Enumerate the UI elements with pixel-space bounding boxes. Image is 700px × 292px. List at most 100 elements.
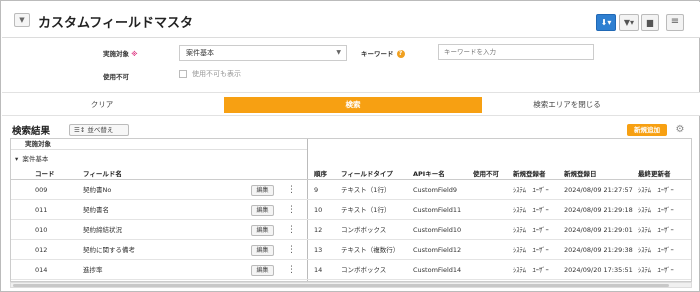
cell-field-name: 進捗率 <box>83 266 103 274</box>
search-button[interactable]: 検索 <box>224 97 482 113</box>
download-button[interactable]: ⬇▾ <box>596 14 616 31</box>
cell-field-type: テキスト（1行） <box>341 206 391 214</box>
cell-updated-by: ｼｽﾃﾑ ﾕｰｻﾞｰ <box>638 206 674 214</box>
action-bar: クリア 検索 検索エリアを閉じる <box>2 92 700 116</box>
help-icon[interactable]: ? <box>396 50 405 58</box>
clear-button[interactable]: クリア <box>62 97 142 113</box>
column-header-code[interactable]: コード <box>35 168 55 180</box>
keyword-input[interactable] <box>438 44 594 60</box>
close-search-area-button[interactable]: 検索エリアを閉じる <box>517 97 617 113</box>
cell-field-type: コンボボックス <box>341 226 387 234</box>
cell-updated-by: ｼｽﾃﾑ ﾕｰｻﾞｰ <box>638 246 674 254</box>
cell-created-at: 2024/08/09 21:29:18 <box>564 206 633 214</box>
more-menu-icon[interactable]: ⋮ <box>287 181 296 200</box>
folder-icon: ▆ <box>646 18 654 27</box>
table-row[interactable]: 012 契約に関する備考 編集 ⋮ 13 テキスト（複数行） CustomFie… <box>11 241 691 260</box>
sort-button[interactable]: ☰↕ 並べ替え <box>69 124 129 136</box>
column-header-field-type[interactable]: フィールドタイプ <box>341 168 393 180</box>
chevron-down-icon: ▾ <box>15 155 19 163</box>
table-row[interactable]: 011 契約書名 編集 ⋮ 10 テキスト（1行） CustomField11 … <box>11 201 691 220</box>
cell-order: 14 <box>314 266 323 274</box>
table-row[interactable]: 010 契約締結状況 編集 ⋮ 12 コンボボックス CustomField10… <box>11 221 691 240</box>
cell-created-by: ｼｽﾃﾑ ﾕｰｻﾞｰ <box>513 226 549 234</box>
edit-button[interactable]: 編集 <box>251 265 274 276</box>
cell-order: 10 <box>314 206 323 214</box>
cell-api-key: CustomField10 <box>413 226 462 234</box>
cell-api-key: CustomField12 <box>413 246 462 254</box>
add-new-button[interactable]: 新規追加 <box>627 124 667 136</box>
cell-updated-by: ｼｽﾃﾑ ﾕｰｻﾞｰ <box>638 186 674 194</box>
group-row[interactable]: ▾ 案件基本 <box>11 153 307 165</box>
edit-button[interactable]: 編集 <box>251 225 274 236</box>
download-icon: ⬇▾ <box>600 18 612 27</box>
cell-api-key: CustomField9 <box>413 186 458 194</box>
keyword-label: キーワード? <box>361 48 405 58</box>
edit-button[interactable]: 編集 <box>251 185 274 196</box>
cell-created-at: 2024/08/09 21:29:38 <box>564 246 633 254</box>
filter-icon: ▼▾ <box>623 18 635 27</box>
more-menu-icon[interactable]: ⋮ <box>287 221 296 240</box>
column-header-field-name[interactable]: フィールド名 <box>83 168 122 180</box>
cell-created-by: ｼｽﾃﾑ ﾕｰｻﾞｰ <box>513 206 549 214</box>
column-header-order[interactable]: 順序 <box>314 168 327 180</box>
cell-created-by: ｼｽﾃﾑ ﾕｰｻﾞｰ <box>513 246 549 254</box>
cell-api-key: CustomField11 <box>413 206 462 214</box>
cell-created-at: 2024/09/20 17:35:51 <box>564 266 633 274</box>
cell-order: 12 <box>314 226 323 234</box>
scrollbar-thumb[interactable] <box>13 284 669 287</box>
cell-order: 9 <box>314 186 319 194</box>
app-frame: ▼ カスタムフィールドマスタ ⬇▾ ▼▾ ▆ ≡ 実施対象 ※ 案件基本 ▼ キー… <box>0 0 700 292</box>
cell-field-name: 契約締結状況 <box>83 226 122 234</box>
results-title: 検索結果 <box>12 126 51 137</box>
search-panel <box>2 38 700 91</box>
cell-code: 011 <box>35 206 48 214</box>
cell-order: 13 <box>314 246 323 254</box>
column-header-api-key[interactable]: APIキー名 <box>413 168 445 180</box>
sort-icon: ☰↕ <box>74 126 86 134</box>
show-disabled-checkbox[interactable] <box>179 70 187 78</box>
hamburger-icon: ≡ <box>670 16 680 27</box>
page-title: カスタムフィールドマスタ <box>38 16 193 31</box>
gear-icon[interactable]: ⚙ <box>674 124 686 136</box>
results-toolbar: 検索結果 ☰↕ 並べ替え 新規追加 ⚙ <box>10 121 692 138</box>
cell-field-type: テキスト（1行） <box>341 186 391 194</box>
column-header-created-at[interactable]: 新規登録日 <box>564 168 597 180</box>
more-menu-icon[interactable]: ⋮ <box>287 241 296 260</box>
cell-code: 010 <box>35 226 48 234</box>
hamburger-button[interactable]: ≡ <box>666 14 684 31</box>
disabled-label: 使用不可 <box>103 73 129 81</box>
cell-code: 009 <box>35 186 48 194</box>
cell-created-by: ｼｽﾃﾑ ﾕｰｻﾞｰ <box>513 186 549 194</box>
folder-button[interactable]: ▆ <box>641 14 659 31</box>
cell-created-by: ｼｽﾃﾑ ﾕｰｻﾞｰ <box>513 266 549 274</box>
chevron-down-icon[interactable]: ▼ <box>14 13 30 27</box>
more-menu-icon[interactable]: ⋮ <box>287 201 296 220</box>
cell-field-name: 契約に関する備考 <box>83 246 135 254</box>
cell-created-at: 2024/08/09 21:27:57 <box>564 186 633 194</box>
cell-api-key: CustomField14 <box>413 266 462 274</box>
cell-field-name: 契約書名 <box>83 206 109 214</box>
cell-field-type: テキスト（複数行） <box>341 246 400 254</box>
edit-button[interactable]: 編集 <box>251 205 274 216</box>
more-menu-icon[interactable]: ⋮ <box>287 261 296 280</box>
cell-created-at: 2024/08/09 21:29:01 <box>564 226 633 234</box>
results-grid: 実施対象 ▾ 案件基本 コード フィールド名 順序 フィールドタイプ APIキー… <box>10 138 692 282</box>
table-row[interactable]: 009 契約書No 編集 ⋮ 9 テキスト（1行） CustomField9 ｼ… <box>11 181 691 200</box>
column-header-updated-by[interactable]: 最終更新者 <box>638 168 671 180</box>
cell-code: 014 <box>35 266 48 274</box>
edit-button[interactable]: 編集 <box>251 245 274 256</box>
table-header: コード フィールド名 順序 フィールドタイプ APIキー名 使用不可 新規登録者… <box>11 168 691 180</box>
cell-updated-by: ｼｽﾃﾑ ﾕｰｻﾞｰ <box>638 226 674 234</box>
target-select[interactable]: 案件基本 ▼ <box>179 45 347 61</box>
filter-button[interactable]: ▼▾ <box>619 14 639 31</box>
column-header-created-by[interactable]: 新規登録者 <box>513 168 546 180</box>
title-bar: ▼ カスタムフィールドマスタ ⬇▾ ▼▾ ▆ ≡ <box>2 2 700 38</box>
horizontal-scrollbar[interactable] <box>10 282 692 288</box>
column-header-disabled[interactable]: 使用不可 <box>473 168 499 180</box>
chevron-down-icon: ▼ <box>336 49 341 56</box>
group-header: 実施対象 <box>11 139 307 150</box>
cell-code: 012 <box>35 246 48 254</box>
cell-updated-by: ｼｽﾃﾑ ﾕｰｻﾞｰ <box>638 266 674 274</box>
cell-field-name: 契約書No <box>83 186 112 194</box>
table-row[interactable]: 014 進捗率 編集 ⋮ 14 コンボボックス CustomField14 ｼｽ… <box>11 261 691 280</box>
